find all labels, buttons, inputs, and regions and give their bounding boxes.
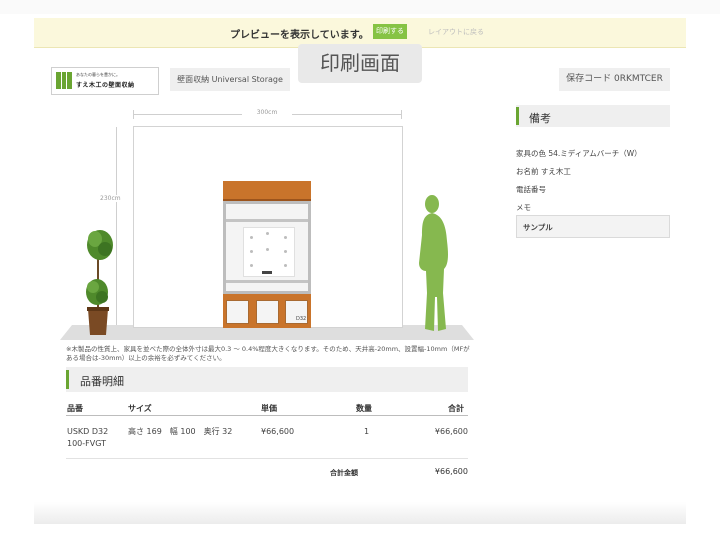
brand-logo: あなたの暮らを豊かに。 すえ木工の壁面収納 <box>51 67 159 95</box>
potted-plant-illustration <box>86 230 113 335</box>
row-code-line2: 100-FVGT <box>67 439 107 448</box>
print-screen-label: 印刷画面 <box>298 44 422 83</box>
parts-section-title: 品番明細 <box>80 375 124 388</box>
back-to-layout-link[interactable]: レイアウトに戻る <box>428 27 484 37</box>
table-footer-divider <box>66 458 468 459</box>
panel-hole <box>266 232 269 235</box>
section-accent-bar <box>66 370 69 389</box>
tv-icon <box>262 271 272 274</box>
panel-hole <box>284 264 287 267</box>
width-dimension-tick <box>133 110 134 119</box>
column-header-quantity: 数量 <box>356 404 372 413</box>
row-unit-price: ¥66,600 <box>261 427 295 436</box>
save-code: 保存コード 0RKMTCER <box>559 68 670 91</box>
column-header-unit-price: 単価 <box>261 404 277 413</box>
panel-hole <box>284 236 287 239</box>
panel-hole <box>284 250 287 253</box>
grand-total-value: ¥66,600 <box>434 467 468 476</box>
row-size: 高さ 169 幅 100 奥行 32 <box>128 427 233 436</box>
cabinet-code: D32 <box>296 316 307 322</box>
page-bottom-shadow <box>34 502 686 524</box>
height-dimension-label: 230cm <box>100 195 121 202</box>
cabinet-top <box>223 181 311 201</box>
memo-box: サンプル <box>516 215 670 238</box>
panel-hole <box>266 248 269 251</box>
cabinet-shelf <box>226 280 308 283</box>
panel-hole <box>250 236 253 239</box>
grand-total-label: 合計金額 <box>330 469 358 477</box>
parts-section-header: 品番明細 <box>66 367 468 392</box>
width-dimension-label: 300cm <box>242 109 292 116</box>
remarks-title: 備考 <box>529 112 551 125</box>
table-header-divider <box>66 415 468 416</box>
dimension-note: ※木製品の性質上、家具を並べた際の全体外寸は最大0.3 ～ 0.4%程度大きくな… <box>66 345 470 362</box>
logo-mark-icon <box>56 72 72 89</box>
person-silhouette-illustration <box>419 195 448 331</box>
phone-number: 電話番号 <box>516 185 546 194</box>
cabinet-drawer <box>256 300 279 324</box>
customer-name: お名前 すえ木工 <box>516 167 571 176</box>
memo-label: メモ <box>516 203 531 212</box>
preview-message: プレビューを表示しています。 <box>230 30 369 41</box>
cabinet-back-panel <box>243 227 295 277</box>
memo-value: サンプル <box>523 223 553 232</box>
row-quantity: 1 <box>364 427 370 436</box>
row-code-line1: USKD D32 <box>67 427 109 436</box>
column-header-size: サイズ <box>128 404 152 413</box>
column-header-total: 合計 <box>448 404 464 413</box>
furniture-color: 家具の色 54.ミディアムバーチ（W） <box>516 149 642 158</box>
width-dimension-tick <box>401 110 402 119</box>
print-button[interactable]: 印刷する <box>373 24 407 39</box>
cabinet-shelf <box>226 219 308 222</box>
row-total: ¥66,600 <box>434 427 468 436</box>
logo-text: すえ木工の壁面収納 <box>76 82 135 89</box>
page-top-margin <box>0 0 720 14</box>
panel-hole <box>250 250 253 253</box>
logo-subtitle: あなたの暮らを豊かに。 <box>76 72 120 77</box>
product-name: 壁面収納 Universal Storage <box>170 68 290 91</box>
cabinet-drawer <box>226 300 249 324</box>
panel-hole <box>250 264 253 267</box>
section-accent-bar <box>516 107 519 125</box>
column-header-code: 品番 <box>67 404 83 413</box>
remarks-section-header: 備考 <box>516 105 670 127</box>
